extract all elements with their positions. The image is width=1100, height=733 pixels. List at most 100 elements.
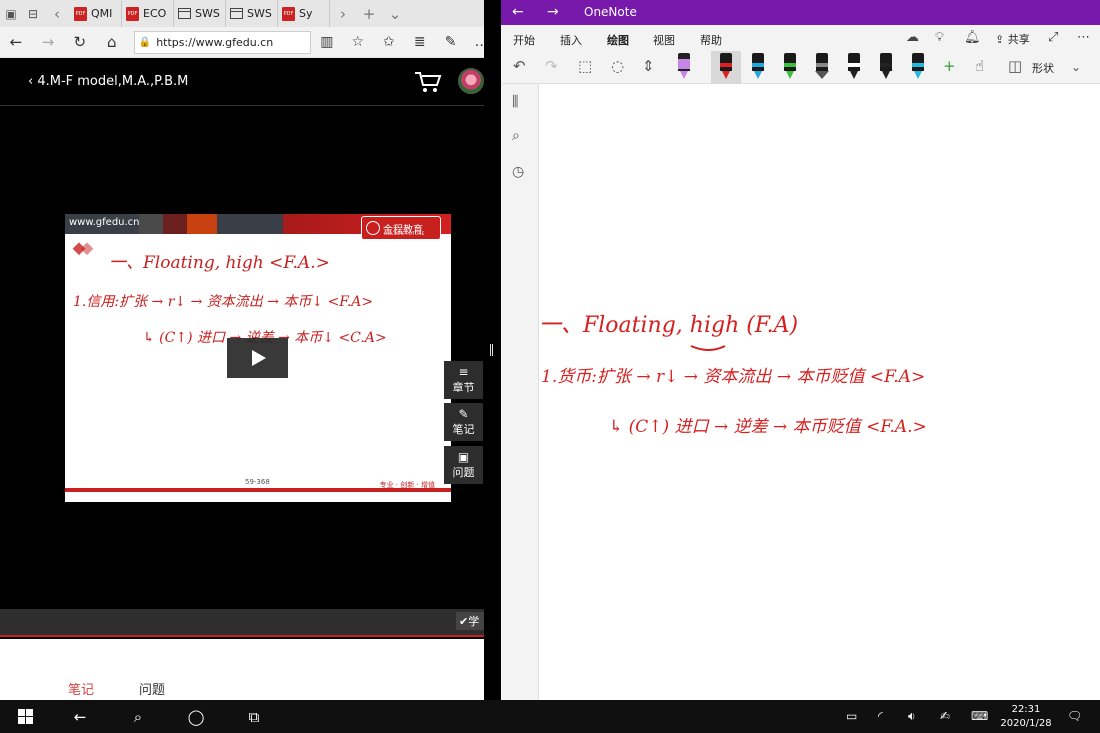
refresh-icon[interactable]: ↻ [64,27,96,58]
ink-line-2: 1.货币:扩张 → r↓ → 资本流出 → 本币贬值 <F.A> [541,367,925,387]
user-avatar[interactable] [458,68,484,94]
browser-tab-label: ECO [143,7,167,20]
marker-tool-icon[interactable] [815,53,829,81]
cart-icon[interactable] [414,70,442,94]
bell-icon[interactable]: 🔔︎ [964,30,981,45]
browser-tab[interactable]: PDF QMI [70,0,122,27]
back-icon[interactable]: ← [55,700,105,733]
tab-questions[interactable]: 问题 [139,679,165,698]
mark-learned-button[interactable]: ✔学 [456,612,484,630]
lightbulb-icon[interactable]: 💡︎ [935,30,944,45]
search-icon[interactable]: ⌕ [512,128,520,144]
reading-view-icon[interactable]: ▥ [311,34,342,50]
system-clock[interactable]: 22:31 2020/1/28 [994,703,1058,731]
slide-site: www.gfedu.cn [69,217,140,228]
browser-tab[interactable]: PDF Sy [278,0,330,27]
recent-clock-icon[interactable]: ◷ [512,164,524,180]
favorite-star-icon[interactable]: ☆ [342,34,373,50]
tab-overview-icon[interactable]: ▣ [0,0,22,27]
chevron-down-icon[interactable]: ⌄ [1071,60,1081,74]
play-button[interactable] [227,338,288,378]
back-icon[interactable]: ← [512,4,524,20]
course-back-link[interactable]: ‹ 4.M-F model,M.A.,P.B.M [28,74,188,89]
pen-tool-icon[interactable] [751,53,765,81]
address-input[interactable]: 🔒 https://www.gfedu.cn [133,30,312,54]
lasso-select-icon[interactable]: ◌ [611,57,624,75]
tab-notes[interactable]: 笔记 [68,679,94,698]
pdf-icon: PDF [282,6,295,21]
undo-icon[interactable]: ↶ [513,57,526,75]
video-player[interactable]: www.gfedu.cn 金程教育 GOLDEN FUTURE 一、Floati… [65,214,451,502]
snap-splitter[interactable] [484,0,501,700]
chevron-left-icon: ‹ [28,74,34,89]
tabs-scroll-left-icon[interactable]: ‹ [44,0,70,27]
ink-line-3: ↳ (C↑) 进口 → 逆差 → 本币贬值 <F.A.> [609,417,927,437]
search-icon[interactable]: ⌕ [113,700,163,733]
shapes-icon[interactable]: ◫ [1008,57,1022,75]
tab-draw[interactable]: 绘图 [607,32,629,53]
shapes-button[interactable]: 形状 [1032,60,1054,76]
home-icon[interactable]: ⌂ [96,27,128,58]
pen-tool-icon[interactable] [783,53,797,81]
battery-icon[interactable]: ▭ [846,709,857,723]
insert-space-icon[interactable]: ⇕ [642,57,655,75]
windows-logo-icon [17,709,33,724]
note-canvas[interactable]: 一、Floating, high (F.A) 1.货币:扩张 → r↓ → 资本… [539,84,1100,700]
touch-keyboard-icon[interactable]: ⌨ [971,709,988,723]
splitter-grip-icon[interactable] [490,344,493,356]
forward-icon[interactable]: → [32,27,64,58]
touch-draw-icon[interactable]: ☝ [975,57,984,75]
navigation-pane: ⫼ ⌕ ◷ [501,84,539,700]
notes-panel: 笔记 问题 [0,639,484,700]
new-tab-icon[interactable]: + [356,0,382,27]
pen-tool-icon[interactable] [879,53,893,81]
web-notes-icon[interactable]: ✎ [435,34,466,50]
pen-tool-icon[interactable] [911,53,925,81]
favorites-hub-icon[interactable]: ✩ [373,34,404,50]
tab-home[interactable]: 开始 [513,32,535,48]
browser-tab[interactable]: SWS [226,0,278,27]
url-text: https://www.gfedu.cn [156,35,274,49]
back-icon[interactable]: ← [0,27,32,58]
lock-icon: 🔒 [138,36,152,48]
clock-time: 22:31 [1011,704,1041,715]
browser-tab-label: QMI [91,7,113,20]
browser-tab[interactable]: SWS [174,0,226,27]
notebooks-icon[interactable]: ⫼ [512,94,518,110]
tab-view[interactable]: 视图 [653,32,675,48]
action-center-icon[interactable]: 🗨︎ [1067,709,1082,723]
slide-line-1: 一、Floating, high <F.A.> [109,253,330,273]
select-text-icon[interactable]: ⬚ [578,57,592,75]
tab-help[interactable]: 帮助 [700,32,722,48]
browser-tab[interactable]: PDF ECO [122,0,174,27]
share-button[interactable]: ⇪ 共享 [995,31,1030,47]
redo-icon[interactable]: ↷ [545,57,558,75]
set-aside-tabs-icon[interactable]: ⊟ [22,0,44,27]
cortana-icon[interactable]: ◯ [171,700,221,733]
share-icon: ⇪ [995,33,1005,46]
pdf-icon: PDF [74,6,87,21]
wifi-icon[interactable]: ◜ [878,709,883,723]
tab-list-chevron-icon[interactable]: ⌄ [382,0,408,27]
tab-insert[interactable]: 插入 [560,32,582,48]
add-pen-icon[interactable]: + [943,57,956,75]
tabs-scroll-right-icon[interactable]: › [330,0,356,27]
start-button[interactable] [0,700,50,733]
fullscreen-icon[interactable]: ⤢ [1048,30,1058,45]
forward-icon[interactable]: → [547,4,559,20]
slide-slogan: 专业 · 创新 · 增值 [379,481,435,489]
pen-tool-icon[interactable] [719,53,733,81]
questions-button[interactable]: ▣ 问题 [444,446,483,484]
task-view-icon[interactable]: ⧉ [229,700,279,733]
pen-tool-icon[interactable] [847,53,861,81]
pen-workspace-icon[interactable]: ✍ [940,709,950,723]
notes-button[interactable]: ✎ 笔记 [444,403,483,441]
address-toolbar: ← → ↻ ⌂ 🔒 https://www.gfedu.cn ▥ ☆ ✩ ≣ ✎… [0,27,497,58]
reading-list-icon[interactable]: ≣ [404,34,435,50]
highlighter-tool-icon[interactable] [677,53,691,81]
sync-cloud-icon[interactable]: ☁ [906,30,919,45]
chapters-button[interactable]: ≡ 章节 [444,361,483,399]
volume-icon[interactable]: 🔉︎ [908,709,916,724]
question-icon: ▣ [457,449,470,464]
more-options-icon[interactable]: ⋯ [1077,30,1090,45]
